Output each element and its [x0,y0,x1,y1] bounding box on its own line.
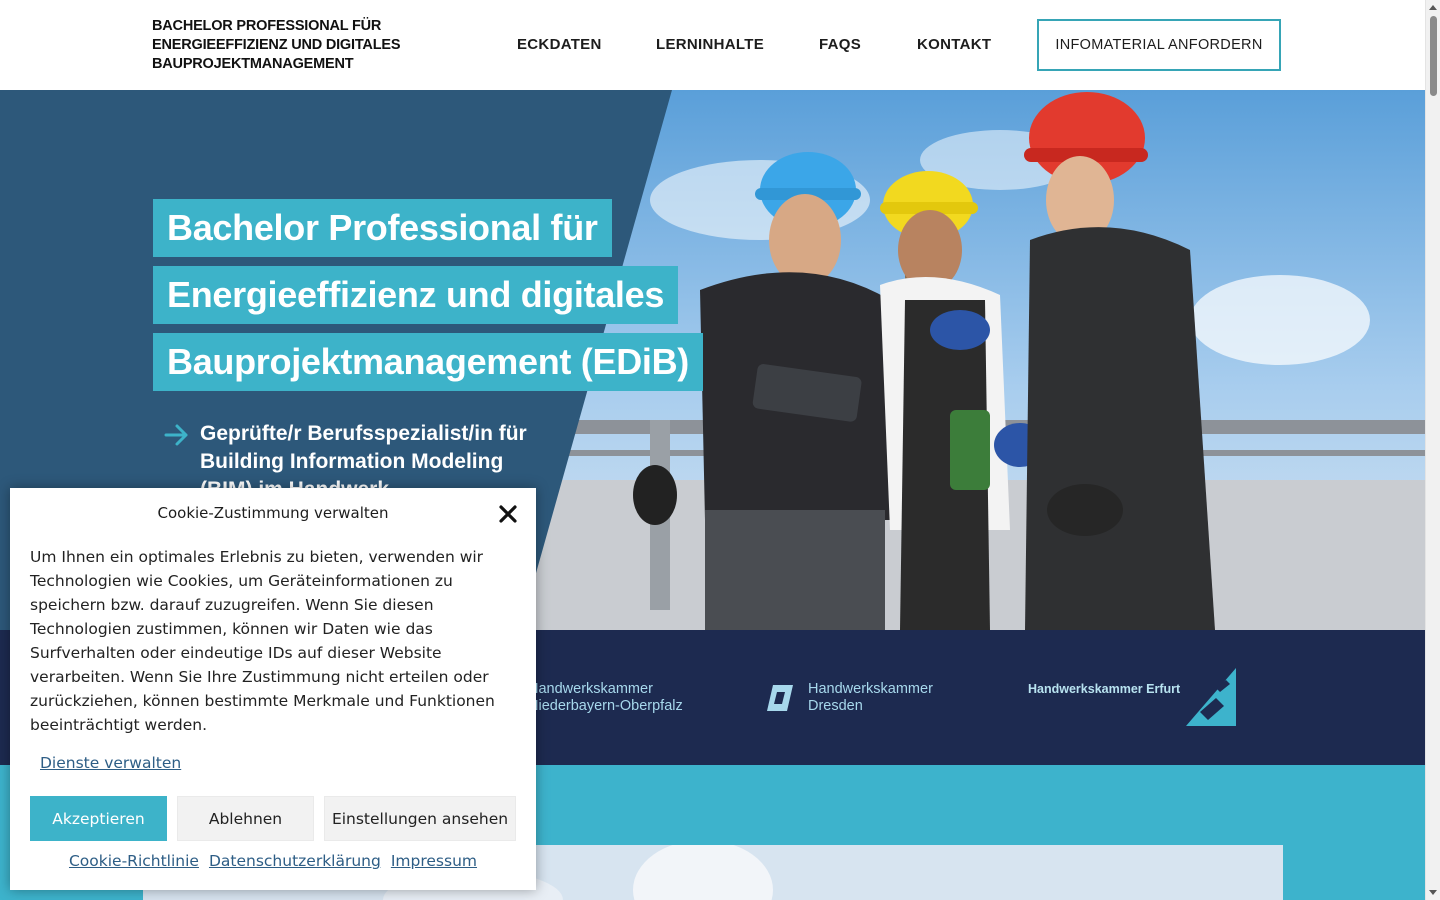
accept-button[interactable]: Akzeptieren [30,796,167,841]
nav-item-eckdaten[interactable]: ECKDATEN [517,36,602,53]
cookie-footer-links: Cookie-Richtlinie Datenschutzerklärung I… [10,852,536,870]
deny-button[interactable]: Ablehnen [177,796,314,841]
manage-services-link[interactable]: Dienste verwalten [40,754,181,772]
privacy-policy-link[interactable]: Datenschutzerklärung [209,852,381,870]
hwk-erfurt-emblem-icon [1186,668,1236,726]
hero-title-line-2: Energieeffizienz und digitales [153,266,679,324]
page-scrollbar[interactable] [1425,0,1440,900]
site-header: BACHELOR PROFESSIONAL FÜR ENERGIEEFFIZIE… [0,0,1425,90]
partner-dresden-logo[interactable]: Handwerkskammer Dresden [808,681,948,715]
hero-title-line-3: Bauprojektmanagement (EDiB) [153,333,703,391]
imprint-link[interactable]: Impressum [391,852,477,870]
cookie-consent-dialog: Cookie-Zustimmung verwalten Um Ihnen ein… [10,488,536,890]
partner-erfurt-logo[interactable]: Handwerkskammer Erfurt [1028,681,1188,698]
cookie-dialog-text: Um Ihnen ein optimales Erlebnis zu biete… [30,548,495,734]
scroll-up-arrow-icon[interactable] [1429,5,1437,10]
scroll-down-arrow-icon[interactable] [1429,890,1437,895]
hwk-dresden-emblem-icon [767,685,793,711]
cookie-dialog-title: Cookie-Zustimmung verwalten [157,504,389,522]
view-settings-button[interactable]: Einstellungen ansehen [324,796,516,841]
partner-niederbayern-logo[interactable]: Handwerkskammer Niederbayern-Oberpfalz [528,681,688,715]
scrollbar-thumb[interactable] [1430,16,1437,96]
close-icon[interactable] [496,502,520,526]
site-title[interactable]: BACHELOR PROFESSIONAL FÜR ENERGIEEFFIZIE… [152,17,432,74]
hero-title-line-1: Bachelor Professional für [153,199,612,257]
nav-item-kontakt[interactable]: KONTAKT [917,36,991,53]
nav-item-lerninhalte[interactable]: LERNINHALTE [656,36,764,53]
arrow-right-icon [164,424,188,446]
cookie-policy-link[interactable]: Cookie-Richtlinie [69,852,199,870]
nav-item-faqs[interactable]: FAQS [819,36,861,53]
infomaterial-button[interactable]: INFOMATERIAL ANFORDERN [1037,19,1281,71]
